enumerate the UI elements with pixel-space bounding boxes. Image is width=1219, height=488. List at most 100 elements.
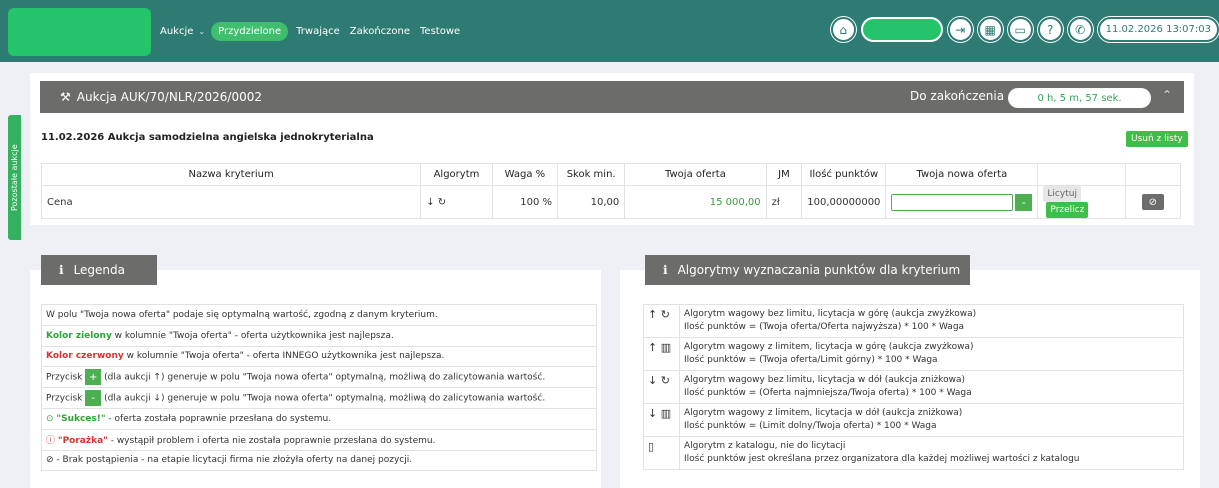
end-label: Do zakończenia: [910, 89, 1005, 103]
calculator-icon[interactable]: ▦: [977, 17, 1003, 42]
check-circle-icon: ⊙: [46, 413, 57, 424]
min-step-value: 10,00: [557, 185, 626, 219]
legend-text: w kolumnie "Twoja oferta" - oferta użytk…: [111, 330, 394, 341]
remove-from-list-button[interactable]: Usuń z listy: [1126, 131, 1188, 147]
gavel-icon: ⚒: [60, 90, 71, 104]
legend-key-green: Kolor zielony: [46, 330, 112, 341]
new-offer-input[interactable]: [891, 193, 1014, 211]
col-header: Ilość punktów: [801, 163, 887, 186]
list-item: Przycisk + (dla aukcji ↑) generuje w pol…: [41, 366, 597, 389]
book-icon[interactable]: ▭: [1007, 17, 1033, 42]
chevron-up-icon[interactable]: ⌃: [1162, 88, 1172, 102]
list-item: Kolor czerwony w kolumnie "Twoja oferta"…: [41, 345, 597, 368]
algorithm-name: Algorytm wagowy bez limitu, licytacja w …: [684, 375, 965, 385]
list-item: ↑ ↻ Algorytm wagowy bez limitu, licytacja…: [643, 304, 1184, 338]
algorithm-name: Algorytm wagowy bez limitu, licytacja w …: [684, 309, 977, 319]
chevron-down-icon[interactable]: ⌄: [198, 27, 205, 36]
menu-zakonczone[interactable]: Zakończone: [348, 23, 412, 40]
list-item: ⊘ - Brak postąpienia - na etapie licytac…: [41, 449, 597, 472]
catalog-icon: ▯: [643, 436, 680, 470]
unit-value: zł: [765, 185, 803, 219]
algorithm-down-noLimit-icon: ↓ ↻: [643, 370, 680, 404]
algorithm-name: Algorytm z katalogu, nie do licytacji: [684, 441, 846, 451]
minus-button[interactable]: -: [1015, 193, 1033, 211]
legend-text: w kolumnie "Twoja oferta" - oferta INNEG…: [123, 351, 445, 362]
plus-icon: +: [85, 369, 102, 386]
home-icon[interactable]: ⌂: [830, 17, 856, 42]
col-header-empty: [1124, 163, 1182, 186]
legend-table: W polu "Twoja nowa oferta" podaje się op…: [41, 304, 597, 472]
list-item: ⓘ "Porażka" - wystąpił problem i oferta …: [41, 428, 597, 451]
minus-icon: -: [85, 390, 102, 407]
list-item: ⊙ "Sukces!" - oferta została poprawnie p…: [41, 407, 597, 430]
algorithm-formula: Ilość punktów = (Twoja oferta/Limit górn…: [684, 355, 938, 365]
ban-icon: ⊘: [46, 455, 54, 466]
list-item: Przycisk - (dla aukcji ↓) generuje w pol…: [41, 387, 597, 409]
main-menu: Aukcje ⌄ Przydzielone Trwające Zakończon…: [158, 22, 462, 41]
legend-key-red: Kolor czerwony: [46, 351, 124, 362]
auction-subtitle: 11.02.2026 Aukcja samodzielna angielska …: [41, 132, 374, 143]
menu-aukcje[interactable]: Aukcje: [158, 23, 195, 40]
logo[interactable]: [8, 8, 151, 56]
legend-title: Legenda: [73, 263, 125, 277]
legend-key-success: "Sukces!": [56, 413, 106, 424]
list-item: ↓ ↻ Algorytm wagowy bez limitu, licytacja…: [643, 370, 1184, 404]
new-offer-cell: -: [885, 185, 1039, 219]
side-tab-other-auctions[interactable]: Pozostałe aukcje: [8, 115, 21, 240]
your-offer-value: 15 000,00: [624, 185, 767, 219]
list-item: ▯ Algorytm z katalogu, nie do licytacji Il…: [643, 436, 1184, 470]
phone-icon[interactable]: ✆: [1067, 17, 1093, 42]
legend-prefix: Przycisk: [46, 372, 86, 383]
algorithms-table: ↑ ↻ Algorytm wagowy bez limitu, licytacja…: [643, 304, 1184, 470]
current-datetime: 11.02.2026 13:07:03: [1097, 17, 1219, 42]
algorithm-formula: Ilość punktów jest określana przez organ…: [684, 454, 1080, 464]
recalculate-button[interactable]: Przelicz: [1046, 202, 1089, 218]
actions-cell: LicytujPrzelicz: [1037, 185, 1126, 219]
help-icon[interactable]: ?: [1037, 17, 1063, 42]
menu-trwajace[interactable]: Trwające: [294, 23, 342, 40]
table-row: Cena ↓ ↻ 100 % 10,00 15 000,00 zł 100,00…: [40, 185, 1182, 219]
logout-icon[interactable]: ⇥: [947, 17, 973, 42]
criteria-table: Nazwa kryterium Algorytm Waga % Skok min…: [40, 163, 1182, 219]
algorithm-name: Algorytm wagowy z limitem, licytacja w d…: [684, 408, 963, 418]
auction-header: ⚒ Aukcja AUK/70/NLR/2026/0002 Do zakończ…: [40, 81, 1184, 113]
top-navbar: Aukcje ⌄ Przydzielone Trwające Zakończon…: [0, 0, 1219, 62]
menu-testowe[interactable]: Testowe: [418, 23, 462, 40]
list-item: ↓ ▥ Algorytm wagowy z limitem, licytacja …: [643, 403, 1184, 437]
legend-text: - Brak postąpienia - na etapie licytacji…: [53, 455, 413, 466]
menu-przydzielone[interactable]: Przydzielone: [211, 22, 289, 41]
list-item: Kolor zielony w kolumnie "Twoja oferta" …: [41, 324, 597, 347]
table-header-row: Nazwa kryterium Algorytm Waga % Skok min…: [40, 163, 1182, 186]
legend-text: - oferta została poprawnie przesłana do …: [105, 413, 332, 424]
col-header-empty: [1037, 163, 1126, 186]
no-bid-icon[interactable]: ⊘: [1141, 194, 1164, 210]
algorithm-formula: Ilość punktów = (Twoja oferta/Oferta naj…: [684, 322, 965, 332]
ban-cell: ⊘: [1124, 185, 1182, 219]
legend-header: ℹ Legenda: [41, 255, 157, 285]
col-header: Waga %: [491, 163, 559, 186]
weight-value: 100 %: [491, 185, 559, 219]
auction-title: Aukcja AUK/70/NLR/2026/0002: [76, 90, 263, 104]
auction-panel: ⚒ Aukcja AUK/70/NLR/2026/0002 Do zakończ…: [30, 73, 1194, 225]
algorithms-title: Algorytmy wyznaczania punktów dla kryter…: [677, 263, 961, 277]
countdown-timer: 0 h, 5 m, 57 sek.: [1008, 88, 1151, 108]
algorithms-header: ℹ Algorytmy wyznaczania punktów dla kryt…: [645, 255, 970, 285]
col-header: Skok min.: [557, 163, 626, 186]
legend-text: (dla aukcji ↓) generuje w polu "Twoja no…: [101, 393, 546, 404]
bid-button[interactable]: Licytuj: [1043, 186, 1081, 202]
legend-text: W polu "Twoja nowa oferta" podaje się op…: [46, 309, 438, 320]
legend-text: (dla aukcji ↑) generuje w polu "Twoja no…: [101, 372, 546, 383]
algorithm-formula: Ilość punktów = (Oferta najmniejsza/Twoj…: [684, 388, 972, 398]
info-icon: ℹ: [59, 263, 64, 277]
col-header: Twoja nowa oferta: [885, 163, 1039, 186]
header-actions: ⌂ ⇥ ▦ ▭ ? ✆ 11.02.2026 13:07:03: [830, 17, 1219, 42]
algorithms-panel: ℹ Algorytmy wyznaczania punktów dla kryt…: [620, 255, 1200, 488]
algorithm-up-noLimit-icon: ↑ ↻: [643, 304, 680, 338]
col-header: Twoja oferta: [624, 163, 767, 186]
list-item: W polu "Twoja nowa oferta" podaje się op…: [41, 304, 597, 326]
col-header: Nazwa kryterium: [40, 163, 422, 186]
col-header: Algorytm: [420, 163, 493, 186]
algorithm-icon: ↓ ↻: [420, 185, 493, 219]
error-circle-icon: ⓘ: [46, 436, 58, 447]
user-menu[interactable]: [860, 17, 943, 42]
